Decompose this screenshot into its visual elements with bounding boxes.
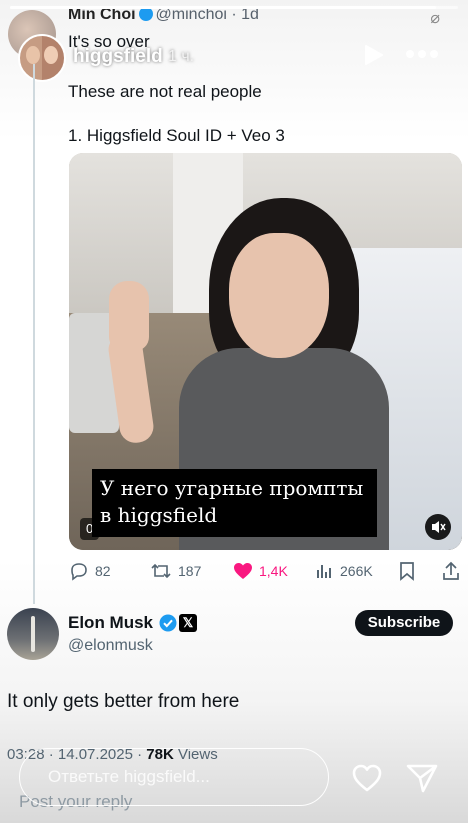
retweet-count: 187 (178, 563, 202, 579)
retweet-action[interactable]: 187 (150, 560, 201, 582)
send-icon[interactable] (405, 762, 439, 794)
reply-author-handle[interactable]: @elonmusk (68, 637, 153, 655)
like-count: 1,4K (259, 563, 288, 579)
reply-author-avatar[interactable] (7, 608, 59, 660)
mute-icon[interactable] (425, 514, 451, 540)
tweet-text-line-2: These are not real people (68, 82, 262, 101)
views-count: 266K (340, 563, 373, 579)
heart-icon[interactable] (351, 763, 383, 793)
subscribe-button[interactable]: Subscribe (355, 610, 453, 636)
reply-text: It only gets better from here (7, 691, 240, 712)
views-icon (317, 565, 331, 578)
play-icon[interactable] (362, 44, 384, 66)
story-viewer: Min Choi @minchoi · 1d ⌀ higgsfield 1 ч. … (0, 0, 468, 823)
more-options-icon[interactable] (404, 46, 440, 62)
story-user-avatar[interactable] (18, 34, 66, 82)
heart-filled-icon (234, 563, 252, 579)
story-progress-bar (10, 6, 458, 9)
reply-icon (71, 563, 87, 581)
thread-line (33, 64, 35, 604)
video-caption: У него угарные промпты в higgsfield (92, 469, 377, 537)
bookmark-icon[interactable] (398, 560, 416, 582)
tweet-text-line-3: 1. Higgsfield Soul ID + Veo 3 (68, 126, 285, 145)
tweet-text-line-1: It's so over (68, 32, 150, 51)
views-action[interactable]: 266K (316, 560, 373, 582)
story-reply-input[interactable]: Ответьте higgsfield... (19, 748, 329, 806)
verified-icon (138, 7, 153, 21)
retweet-icon (151, 563, 171, 579)
story-progress-fill (10, 6, 436, 9)
like-action[interactable]: 1,4K (233, 560, 288, 582)
reply-action[interactable]: 82 (69, 560, 111, 582)
x-affiliate-icon: 𝕏 (179, 614, 197, 632)
story-time: 1 ч. (168, 48, 195, 65)
tweet-more-icon: ⌀ (430, 10, 440, 27)
share-icon[interactable] (441, 560, 461, 582)
verified-badge-icon (159, 614, 177, 632)
reply-author-name[interactable]: Elon Musk (68, 613, 153, 633)
reply-count: 82 (95, 563, 111, 579)
